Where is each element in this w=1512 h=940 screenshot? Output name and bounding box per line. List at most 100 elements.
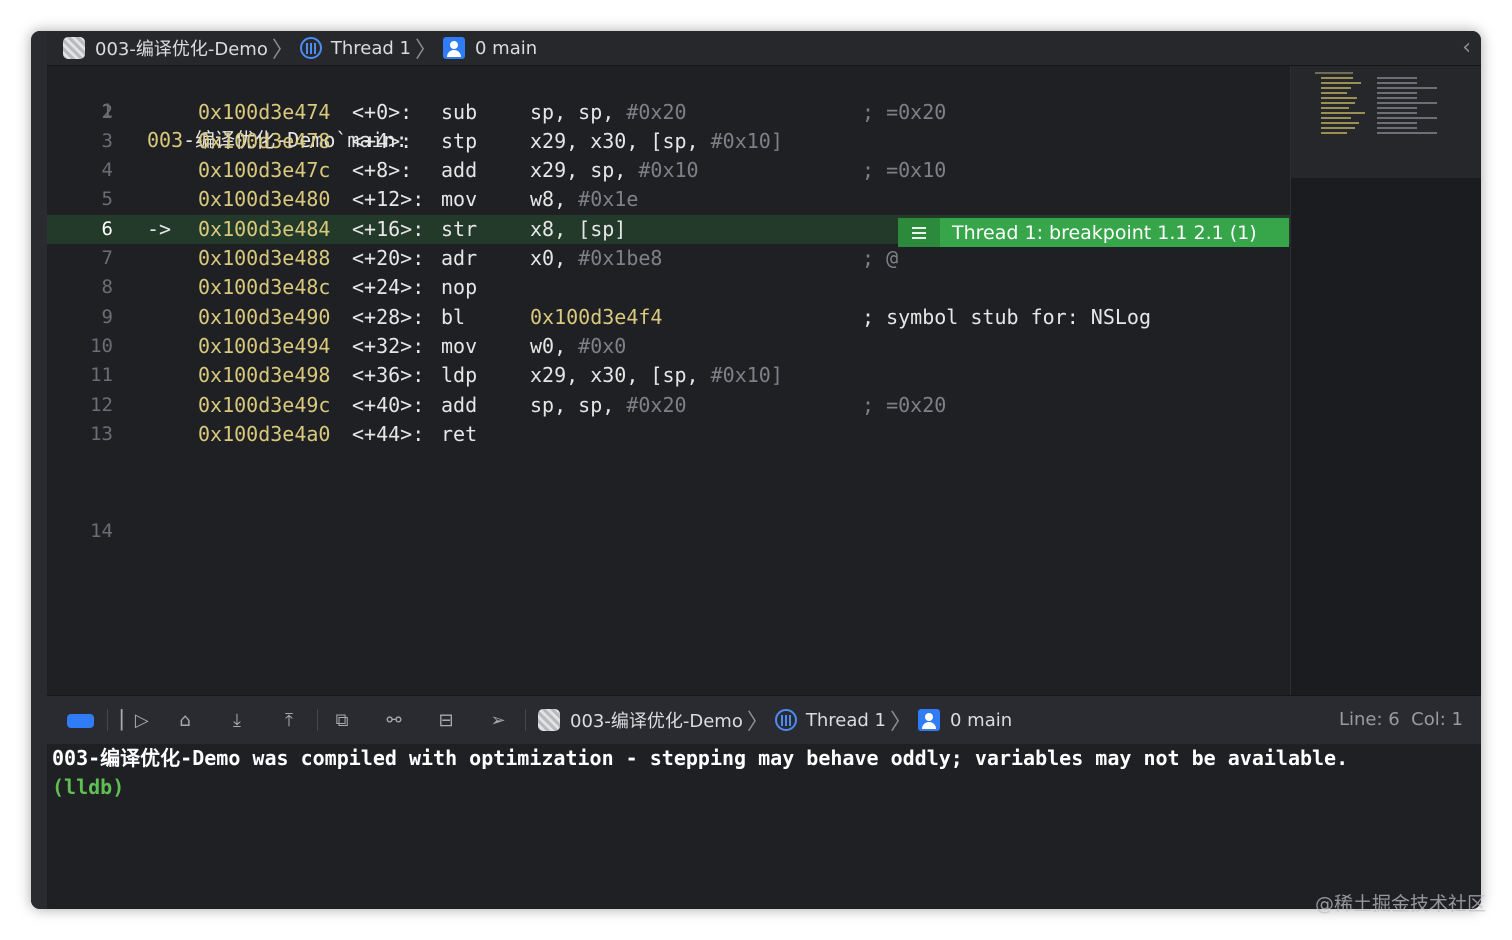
line-number: 9 — [101, 305, 113, 328]
view-hierarchy-icon[interactable]: ⧉ — [330, 710, 354, 732]
instruction-opcode: mov — [441, 187, 478, 212]
operand-registers: x29, x30, [sp, — [530, 128, 711, 153]
instruction-address: 0x100d3e488 — [198, 246, 331, 270]
instruction-address: 0x100d3e478 — [198, 128, 331, 153]
minimap-line — [1315, 72, 1353, 74]
instruction-address: 0x100d3e494 — [198, 333, 331, 358]
instruction-offset: <+0>: — [352, 99, 413, 124]
code-line[interactable]: 11 0x100d3e498 <+36>: ldp x29, x30, [sp, #0x… — [47, 361, 1290, 390]
instruction-comment: ; symbol stub for: NSLog — [862, 304, 1151, 329]
operand-registers: x0, — [530, 246, 579, 270]
jump-bar-project[interactable]: 003-编译优化-Demo — [63, 35, 268, 61]
app-icon — [538, 709, 560, 731]
environment-overrides-icon[interactable]: ⊟ — [434, 710, 458, 732]
instruction-operands: sp, sp, #0x20 — [530, 391, 687, 420]
instruction-offset: <+44>: — [352, 421, 425, 446]
minimap[interactable] — [1290, 66, 1481, 695]
instruction-address: 0x100d3e48c — [198, 275, 331, 300]
line-col-indicator: Line: 6 Col: 1 — [1338, 709, 1463, 730]
instruction-comment: ; =0x20 — [862, 392, 947, 417]
operand-immediate: #0x1e — [578, 187, 639, 212]
branch-target: 0x100d3e4f4 — [530, 304, 663, 329]
minimap-line — [1321, 117, 1351, 119]
instruction-address: 0x100d3e480 — [198, 187, 331, 212]
operand-immediate: #0x0 — [578, 333, 627, 358]
line-number: 8 — [101, 276, 113, 299]
step-out-icon[interactable]: ⤒ — [277, 710, 301, 732]
toolbar-divider — [317, 709, 318, 731]
code-line[interactable]: 12 0x100d3e49c <+40>: add sp, sp, #0x20 ; =0x… — [47, 391, 1290, 420]
minimap-line — [1321, 132, 1347, 134]
code-line[interactable]: 9 0x100d3e490 <+28>: bl 0x100d3e4f4 ; symbol … — [47, 303, 1290, 332]
debug-bar-thread[interactable]: Thread 1 — [774, 709, 886, 731]
program-counter-arrow: -> — [147, 216, 172, 241]
instruction-comment: ; @ — [862, 246, 899, 270]
chevron-right-icon: 〉 — [414, 38, 437, 63]
code-line[interactable]: 7 0x100d3e488 <+20>: adr x0, #0x1be8 ; @ — [47, 244, 1290, 273]
simulate-location-icon[interactable]: ➢ — [486, 710, 510, 732]
code-line[interactable]: 13 0x100d3e4a0 <+44>: ret — [47, 420, 1290, 449]
instruction-comment: ; =0x10 — [862, 158, 947, 183]
debug-bar-frame-label: 0 main — [949, 709, 1013, 731]
continue-icon[interactable]: ▏▷ — [121, 710, 149, 732]
debug-bar-thread-label: Thread 1 — [805, 709, 886, 731]
code-line[interactable]: 5 0x100d3e480 <+12>: mov w8, #0x1e — [47, 185, 1290, 214]
minimap-line — [1377, 92, 1417, 94]
minimap-line — [1321, 87, 1351, 89]
instruction-operands: w8, #0x1e — [530, 185, 638, 214]
operand-immediate: #0x10] — [710, 363, 783, 388]
chevron-left-icon[interactable]: ‹ — [1462, 31, 1471, 65]
line-number: 5 — [101, 188, 113, 211]
operand-registers: x29, x30, [sp, — [530, 363, 711, 388]
code-line: 14 — [47, 488, 1290, 542]
instruction-operands: x8, [sp] — [530, 215, 626, 244]
breakpoints-toggle-icon[interactable] — [67, 714, 94, 728]
code-line[interactable]: 3 0x100d3e478 <+4>: stp x29, x30, [sp, #0x10… — [47, 127, 1290, 156]
debug-bar-project-label: 003-编译优化-Demo — [570, 711, 743, 732]
jump-bar-frame[interactable]: 0 main — [442, 37, 538, 59]
instruction-opcode: stp — [441, 128, 478, 153]
disassembly-editor[interactable]: 1 003-编译优化-Demo`main: 2 0x100d3e474 <+0>: s… — [47, 66, 1290, 695]
instruction-offset: <+28>: — [352, 304, 425, 329]
instruction-operands: x29, x30, [sp, #0x10] — [530, 361, 783, 390]
instruction-operands: sp, sp, #0x20 — [530, 98, 687, 127]
stack-frame-icon — [917, 709, 940, 731]
xcode-debugger-window: 003-编译优化-Demo 〉 Thread 1 〉 0 main ‹ 1 00… — [31, 31, 1481, 909]
instruction-opcode: bl — [441, 304, 466, 329]
code-line[interactable]: 4 0x100d3e47c <+8>: add x29, sp, #0x10 ; =0x1… — [47, 156, 1290, 185]
toolbar-divider — [525, 709, 526, 731]
instruction-opcode: adr — [441, 246, 478, 270]
line-number: 11 — [90, 364, 113, 387]
minimap-line — [1377, 132, 1437, 134]
debug-bar-frame[interactable]: 0 main — [917, 709, 1013, 731]
lldb-prompt[interactable]: (lldb) — [52, 773, 1481, 802]
code-line[interactable]: 10 0x100d3e494 <+32>: mov w0, #0x0 — [47, 332, 1290, 361]
instruction-offset: <+24>: — [352, 275, 425, 300]
code-line[interactable]: 2 0x100d3e474 <+0>: sub sp, sp, #0x20 ; =0x20 — [47, 98, 1290, 127]
minimap-line — [1377, 82, 1417, 84]
toolbar-divider — [107, 709, 108, 731]
code-line: 1 003-编译优化-Demo`main: — [47, 68, 1290, 152]
debug-bar-project[interactable]: 003-编译优化-Demo — [538, 707, 743, 733]
lldb-console[interactable]: 003-编译优化-Demo was compiled with optimiza… — [47, 744, 1481, 909]
breakpoint-annotation[interactable]: Thread 1: breakpoint 1.1 2.1 (1) — [898, 218, 1289, 247]
operand-registers: x29, sp, — [530, 158, 639, 183]
instruction-operands: x0, #0x1be8 — [530, 244, 662, 273]
jump-bar-project-label: 003-编译优化-Demo — [95, 39, 268, 60]
code-line[interactable]: 8 0x100d3e48c <+24>: nop — [47, 273, 1290, 302]
minimap-line — [1321, 102, 1355, 104]
jump-bar-thread[interactable]: Thread 1 — [299, 37, 411, 59]
line-number: 7 — [101, 247, 113, 269]
operand-immediate: #0x20 — [626, 392, 687, 417]
step-into-icon[interactable]: ⤓ — [225, 710, 249, 732]
instruction-opcode: ldp — [441, 363, 478, 388]
app-icon — [63, 37, 85, 59]
instruction-opcode: mov — [441, 333, 478, 358]
console-message: 003-编译优化-Demo was compiled with optimiza… — [52, 746, 1349, 770]
memory-graph-icon[interactable]: ⚯ — [382, 710, 406, 732]
minimap-line — [1321, 107, 1349, 109]
step-over-icon[interactable]: ⌂ — [173, 710, 197, 732]
jump-bar-thread-label: Thread 1 — [330, 37, 411, 59]
instruction-opcode: nop — [441, 275, 478, 300]
jump-bar-frame-label: 0 main — [474, 37, 538, 59]
